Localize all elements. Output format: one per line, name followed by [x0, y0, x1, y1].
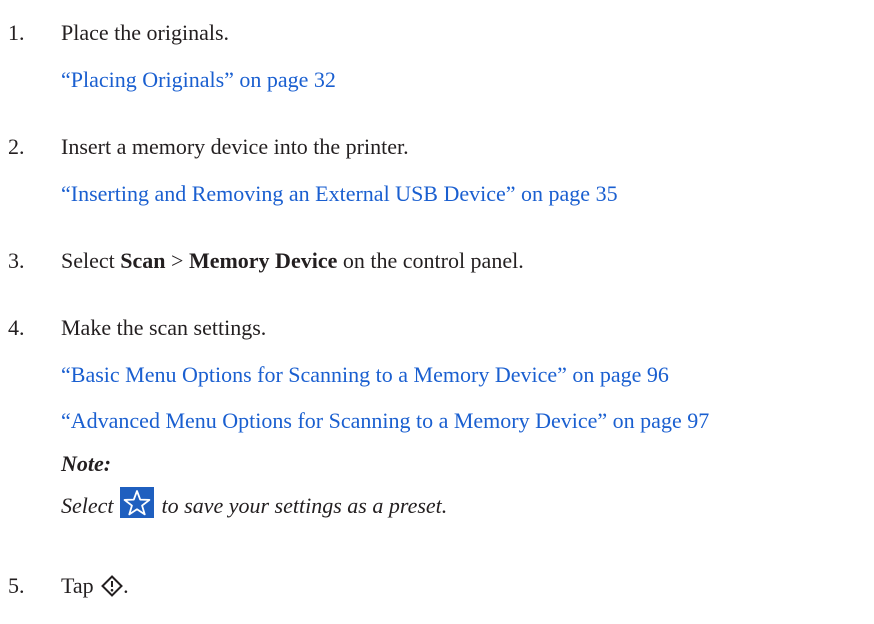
start-diamond-icon [101, 575, 124, 597]
step-2-text: Insert a memory device into the printer. [61, 134, 409, 159]
step-5-text: Tap . [61, 573, 129, 599]
step-3-suffix: on the control panel. [337, 248, 524, 273]
step-5-suffix: . [123, 573, 129, 598]
step-3-prefix: Select [61, 248, 121, 273]
link-inserting-removing-usb[interactable]: “Inserting and Removing an External USB … [61, 181, 618, 207]
step-1-text: Place the originals. [61, 20, 230, 45]
step-1-number: 1. [8, 20, 25, 45]
step-4-text: Make the scan settings. [61, 315, 267, 340]
step-5-prefix: Tap [61, 573, 100, 598]
link-advanced-menu-options[interactable]: “Advanced Menu Options for Scanning to a… [61, 408, 709, 434]
note-suffix: to save your settings as a preset. [156, 493, 448, 518]
step-4-number: 4. [8, 315, 25, 340]
link-basic-menu-options[interactable]: “Basic Menu Options for Scanning to a Me… [61, 362, 669, 388]
note-prefix: Select [61, 493, 120, 518]
link-placing-originals[interactable]: “Placing Originals” on page 32 [61, 67, 336, 93]
step-3-text: Select Scan > Memory Device on the contr… [61, 248, 524, 274]
menu-scan: Scan [120, 248, 166, 273]
star-preset-icon [120, 487, 155, 518]
menu-memory-device: Memory Device [188, 248, 338, 273]
step-3-number: 3. [8, 248, 25, 273]
step-2-number: 2. [8, 134, 25, 159]
note-text: Select to save your settings as a preset… [61, 487, 447, 519]
step-5-number: 5. [8, 573, 25, 598]
menu-separator: > [165, 248, 189, 273]
note-label: Note: [61, 451, 112, 476]
